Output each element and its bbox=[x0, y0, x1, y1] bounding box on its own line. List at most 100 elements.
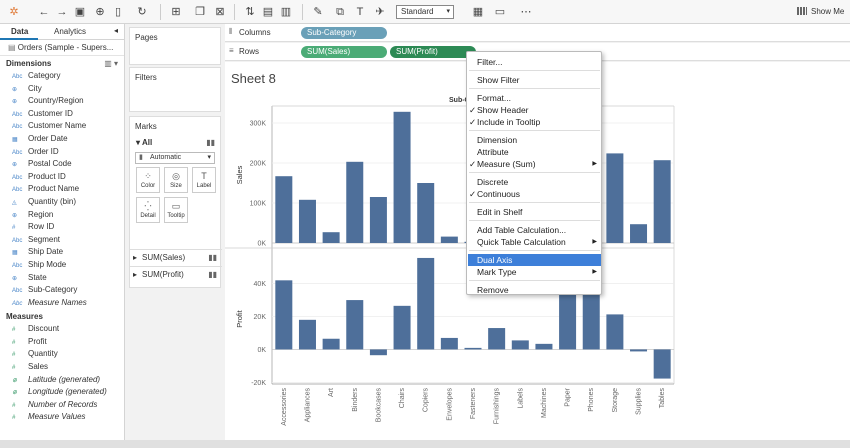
x-tick-label[interactable]: Supplies bbox=[636, 388, 643, 415]
highlight-icon[interactable]: ✎ bbox=[310, 4, 326, 20]
bar-profit[interactable] bbox=[653, 349, 671, 379]
label-icon[interactable]: T bbox=[352, 4, 368, 20]
bar-sales[interactable] bbox=[275, 176, 293, 243]
x-tick-label[interactable]: Binders bbox=[352, 388, 359, 412]
field-item[interactable]: Abc Customer ID bbox=[0, 108, 124, 121]
show-cards-icon[interactable]: ▦ bbox=[470, 4, 486, 20]
menu-item-dimension[interactable]: Dimension bbox=[477, 134, 599, 146]
bar-sales[interactable] bbox=[322, 232, 340, 243]
bar-sales[interactable] bbox=[417, 183, 435, 243]
field-item[interactable]: # Sales bbox=[0, 361, 124, 374]
bar-sales[interactable] bbox=[298, 199, 316, 243]
bar-profit[interactable] bbox=[559, 293, 577, 350]
tab-data[interactable]: Data bbox=[11, 27, 28, 36]
x-tick-label[interactable]: Bookcases bbox=[375, 388, 382, 423]
field-item[interactable]: # Quantity bbox=[0, 348, 124, 361]
field-item[interactable]: # Row ID bbox=[0, 221, 124, 234]
show-me-button[interactable]: Show Me bbox=[797, 5, 844, 19]
x-tick-label[interactable]: Tables bbox=[659, 388, 666, 409]
menu-item-attribute[interactable]: Attribute bbox=[477, 146, 599, 158]
field-item[interactable]: Abc Category bbox=[0, 70, 124, 83]
back-icon[interactable]: ← bbox=[36, 4, 52, 20]
menu-item-discrete[interactable]: Discrete bbox=[477, 176, 599, 188]
tooltip-button[interactable]: ▭ Tooltip bbox=[164, 197, 188, 223]
bar-sales[interactable] bbox=[393, 111, 411, 243]
tableau-logo-icon[interactable]: ✲ bbox=[6, 4, 22, 20]
menu-item-dual-axis[interactable]: Dual Axis bbox=[468, 254, 601, 266]
size-button[interactable]: ◎ Size bbox=[164, 167, 188, 193]
bar-profit[interactable] bbox=[488, 328, 506, 350]
menu-item-format[interactable]: Format... bbox=[477, 92, 599, 104]
field-item[interactable]: ▦ Ship Date bbox=[0, 246, 124, 259]
bar-profit[interactable] bbox=[322, 338, 340, 350]
x-tick-label[interactable]: Appliances bbox=[304, 388, 311, 423]
detail-button[interactable]: ⁛ Detail bbox=[136, 197, 160, 223]
menu-item-edit-in-shelf[interactable]: Edit in Shelf bbox=[477, 206, 599, 218]
datasource-item[interactable]: ▤ Orders (Sample - Supers... bbox=[0, 40, 124, 56]
sub-category-pill[interactable]: Sub-Category bbox=[301, 27, 387, 39]
x-tick-label[interactable]: Labels bbox=[517, 388, 524, 409]
field-item[interactable]: ▦ Order Date bbox=[0, 133, 124, 146]
field-item[interactable]: Abc Measure Names bbox=[0, 297, 124, 310]
bar-sales[interactable] bbox=[653, 160, 671, 243]
marks-all-tab[interactable]: ▾ All ▮▮ bbox=[130, 136, 220, 150]
sum-profit-pill[interactable]: SUM(Profit) bbox=[390, 46, 476, 58]
x-tick-label[interactable]: Accessories bbox=[281, 388, 288, 426]
pin-icon[interactable]: ✈ bbox=[372, 4, 388, 20]
field-item[interactable]: # Measure Values bbox=[0, 411, 124, 424]
bar-profit[interactable] bbox=[369, 349, 387, 356]
x-tick-label[interactable]: Paper bbox=[565, 387, 572, 406]
bar-sales[interactable] bbox=[630, 224, 648, 243]
field-item[interactable]: Abc Customer Name bbox=[0, 120, 124, 133]
bar-profit[interactable] bbox=[275, 280, 293, 350]
field-item[interactable]: ⊕ Postal Code bbox=[0, 158, 124, 171]
bar-profit[interactable] bbox=[393, 305, 411, 350]
field-item[interactable]: ⊕ Latitude (generated) bbox=[0, 374, 124, 387]
new-datasource-icon[interactable]: ⊕ bbox=[92, 4, 108, 20]
color-button[interactable]: ⁘ Color bbox=[136, 167, 160, 193]
fit-dropdown[interactable]: Standard ▾ bbox=[396, 5, 454, 19]
bar-profit[interactable] bbox=[630, 349, 648, 352]
x-tick-label[interactable]: Copiers bbox=[423, 388, 430, 413]
field-item[interactable]: # Profit bbox=[0, 336, 124, 349]
field-item[interactable]: ◬ Quantity (bin) bbox=[0, 196, 124, 209]
field-item[interactable]: # Number of Records bbox=[0, 399, 124, 412]
new-sheet-icon[interactable]: ⊞ bbox=[168, 4, 184, 20]
share-icon[interactable]: ⋯ bbox=[518, 4, 534, 20]
group-icon[interactable]: ⧉ bbox=[332, 4, 348, 20]
label-button[interactable]: T Label bbox=[192, 167, 216, 193]
field-item[interactable]: Abc Order ID bbox=[0, 146, 124, 159]
field-item[interactable]: ⊕ Country/Region bbox=[0, 95, 124, 108]
menu-item-measure-sum[interactable]: ✓ Measure (Sum) ▶ bbox=[469, 158, 599, 170]
field-item[interactable]: # Discount bbox=[0, 323, 124, 336]
sum-sales-pill[interactable]: SUM(Sales) bbox=[301, 46, 387, 58]
bar-profit[interactable] bbox=[511, 340, 529, 350]
menu-item-include-in-tooltip[interactable]: ✓ Include in Tooltip bbox=[469, 116, 599, 128]
bar-profit[interactable] bbox=[535, 343, 553, 350]
bar-sales[interactable] bbox=[440, 236, 458, 243]
menu-item-show-header[interactable]: ✓ Show Header bbox=[469, 104, 599, 116]
bar-sales[interactable] bbox=[606, 153, 624, 243]
field-item[interactable]: Abc Segment bbox=[0, 234, 124, 247]
field-item[interactable]: Abc Product Name bbox=[0, 183, 124, 196]
field-item[interactable]: Abc Ship Mode bbox=[0, 259, 124, 272]
x-tick-label[interactable]: Art bbox=[328, 388, 335, 397]
field-item[interactable]: ⊕ Region bbox=[0, 209, 124, 222]
bar-profit[interactable] bbox=[440, 337, 458, 350]
swap-icon[interactable]: ⇅ bbox=[242, 4, 258, 20]
bar-sales[interactable] bbox=[346, 161, 364, 243]
bar-sales[interactable] bbox=[369, 197, 387, 243]
columns-shelf[interactable]: ⦀ Columns Sub-Category bbox=[225, 24, 850, 42]
marks-profit-row[interactable]: ▸ SUM(Profit) ▮▮ bbox=[130, 266, 222, 281]
menu-item-quick-table-calculation[interactable]: Quick Table Calculation ▶ bbox=[477, 236, 599, 248]
menu-item-continuous[interactable]: ✓ Continuous bbox=[469, 188, 599, 200]
field-item[interactable]: ⊕ State bbox=[0, 272, 124, 285]
forward-icon[interactable]: → bbox=[54, 4, 70, 20]
bar-profit[interactable] bbox=[606, 314, 624, 350]
bar-profit[interactable] bbox=[464, 347, 482, 350]
collapse-icon[interactable]: ◂ bbox=[114, 26, 118, 35]
pages-card[interactable]: Pages bbox=[129, 27, 221, 65]
mark-type-dropdown[interactable]: ▮ Automatic ▾ bbox=[135, 152, 215, 164]
field-item[interactable]: ⊕ Longitude (generated) bbox=[0, 386, 124, 399]
bar-profit[interactable] bbox=[417, 257, 435, 350]
